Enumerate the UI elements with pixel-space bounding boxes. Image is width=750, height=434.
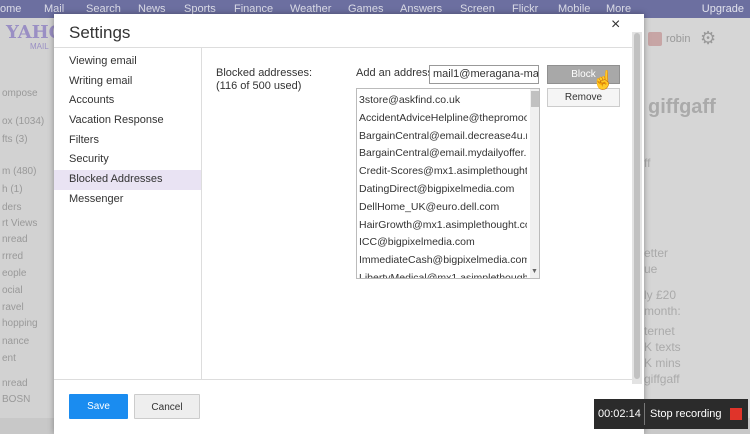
- upgrade-link[interactable]: Upgrade: [702, 3, 744, 15]
- background-mail-sidebar: ompose ox (1034) fts (3) m (480) h (1) d…: [0, 18, 55, 418]
- scroll-down-icon[interactable]: ▼: [531, 268, 538, 275]
- list-item[interactable]: HairGrowth@mx1.asimplethought.com: [357, 217, 527, 235]
- list-scrollbar[interactable]: ▼: [530, 89, 539, 278]
- bg-sidebar-label: fts (3): [2, 134, 28, 145]
- ad-text: ternet: [644, 324, 675, 338]
- stop-icon[interactable]: [730, 408, 742, 420]
- bg-sidebar-label: ders: [2, 202, 22, 213]
- ad-text: etter: [644, 246, 669, 260]
- bg-sidebar-label: rrred: [2, 251, 24, 262]
- bg-sidebar-label: ocial: [2, 285, 23, 296]
- bg-sidebar-label: ent: [2, 353, 16, 364]
- ad-text: month:: [644, 304, 681, 318]
- add-address-label: Add an address: [356, 67, 434, 79]
- add-address-input[interactable]: mail1@meragana-mail.co: [429, 65, 539, 84]
- bg-sidebar-label: hopping: [2, 318, 38, 329]
- sidebar-item-vacation-response[interactable]: Vacation Response: [54, 111, 201, 131]
- list-item[interactable]: BargainCentral@email.mydailyoffer.net: [357, 145, 527, 163]
- ad-text: K mins: [644, 356, 681, 370]
- blocked-addresses-title: Blocked addresses:: [216, 67, 312, 79]
- close-icon[interactable]: ×: [611, 16, 620, 34]
- list-item[interactable]: DatingDirect@bigpixelmedia.com: [357, 181, 527, 199]
- recording-timer: 00:02:14: [598, 408, 641, 420]
- save-button[interactable]: Save: [69, 394, 128, 419]
- ad-headline: giffgaff: [648, 96, 716, 118]
- user-name[interactable]: robin: [666, 33, 690, 45]
- dialog-scrollbar[interactable]: [632, 32, 642, 384]
- recording-widget: 00:02:14 Stop recording: [594, 399, 748, 429]
- blocked-addresses-list[interactable]: 3store@askfind.co.uk AccidentAdviceHelpl…: [356, 88, 540, 279]
- bg-sidebar-label: ravel: [2, 302, 24, 313]
- blocked-addresses-count: (116 of 500 used): [216, 80, 302, 92]
- dialog-title: Settings: [69, 23, 131, 42]
- sidebar-item-security[interactable]: Security: [54, 150, 201, 170]
- bg-sidebar-label: nance: [2, 336, 30, 347]
- list-item[interactable]: Credit-Scores@mx1.asimplethought.c...: [357, 163, 527, 181]
- sidebar-item-accounts[interactable]: Accounts: [54, 91, 201, 111]
- ad-text: ff: [644, 156, 651, 170]
- list-item[interactable]: DellHome_UK@euro.dell.com: [357, 199, 527, 217]
- nav-item-home[interactable]: ome: [0, 3, 21, 15]
- scrollbar-thumb[interactable]: [531, 91, 539, 107]
- sidebar-item-viewing-email[interactable]: Viewing email: [54, 52, 201, 72]
- hand-cursor-icon: ☝: [592, 70, 615, 90]
- sidebar-item-filters[interactable]: Filters: [54, 131, 201, 151]
- divider: [54, 47, 632, 48]
- sidebar-item-blocked-addresses[interactable]: Blocked Addresses: [54, 170, 201, 190]
- settings-dialog: Settings × Viewing email Writing email A…: [54, 14, 644, 434]
- bg-sidebar-label: ox (1034): [2, 116, 45, 127]
- bg-sidebar-label: rt Views: [2, 218, 38, 229]
- ad-text: ue: [644, 262, 658, 276]
- background-ad-panel: giffgaff ff etter ue ly £20 month: terne…: [640, 18, 750, 434]
- ad-text: giffgaff: [644, 372, 680, 386]
- stop-recording-button[interactable]: Stop recording: [645, 408, 730, 420]
- bg-sidebar-label: nread: [2, 378, 28, 389]
- bg-sidebar-label: nread: [2, 234, 28, 245]
- bg-sidebar-label: eople: [2, 268, 27, 279]
- bg-sidebar-label: ompose: [2, 88, 38, 99]
- cancel-button[interactable]: Cancel: [134, 394, 200, 419]
- ad-text: ly £20: [644, 288, 677, 302]
- sidebar-item-messenger[interactable]: Messenger: [54, 190, 201, 210]
- yahoo-logo-sub: MAIL: [30, 42, 49, 51]
- blocked-addresses-label: Blocked addresses: (116 of 500 used): [216, 67, 312, 93]
- scrollbar-thumb[interactable]: [634, 33, 640, 379]
- gear-icon[interactable]: ⚙: [700, 28, 716, 49]
- list-item[interactable]: AccidentAdviceHelpline@thepromoon...: [357, 110, 527, 128]
- list-item[interactable]: ICC@bigpixelmedia.com: [357, 234, 527, 252]
- divider: [54, 379, 632, 380]
- settings-sidebar: Viewing email Writing email Accounts Vac…: [54, 52, 201, 210]
- bg-sidebar-label: m (480): [2, 166, 37, 177]
- list-item[interactable]: LibertyMedical@mx1.asimplethought....: [357, 270, 527, 278]
- divider: [201, 48, 202, 379]
- sidebar-item-writing-email[interactable]: Writing email: [54, 72, 201, 92]
- avatar[interactable]: [648, 32, 662, 46]
- bg-sidebar-label: BOSN: [2, 394, 31, 405]
- ad-text: K texts: [644, 340, 681, 354]
- bg-sidebar-label: h (1): [2, 184, 23, 195]
- list-item[interactable]: ImmediateCash@bigpixelmedia.com: [357, 252, 527, 270]
- add-address-value: mail1@meragana-mail.co: [433, 68, 539, 80]
- list-item[interactable]: 3store@askfind.co.uk: [357, 92, 527, 110]
- list-item[interactable]: BargainCentral@email.decrease4u.net: [357, 128, 527, 146]
